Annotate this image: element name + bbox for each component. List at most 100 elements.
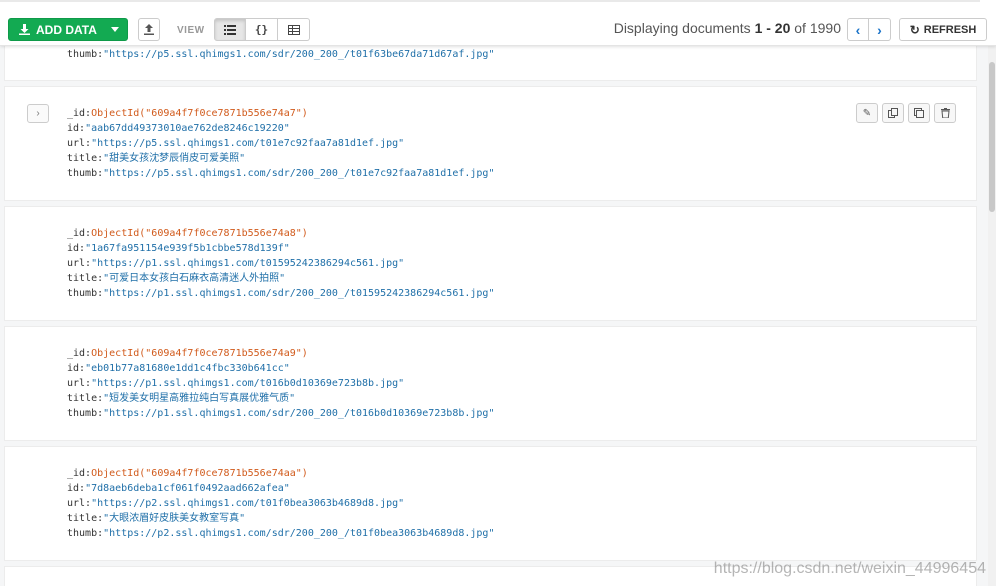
paging-status: Displaying documents 1 - 20 of 1990	[614, 20, 841, 36]
import-button[interactable]	[138, 18, 160, 41]
field-value: ObjectId("609a4f7f0ce7871b556e74a7")	[91, 108, 308, 119]
field-key: title:	[67, 513, 104, 524]
document-card: _id:ObjectId("609a4f7f0ce7871b556e74a9")…	[4, 326, 977, 441]
field-value: "https://p1.ssl.qhimgs1.com/sdr/200_200_…	[103, 408, 495, 419]
field-key: thumb:	[67, 49, 104, 60]
paging-total: 1990	[809, 20, 841, 36]
copy-document-button[interactable]	[882, 103, 904, 123]
table-icon	[287, 24, 300, 35]
field-url: url:"https://p1.ssl.qhimgs1.com/t016b0d1…	[67, 376, 494, 391]
paging-prefix: Displaying documents	[613, 20, 751, 36]
field-value: "7d8aeb6deba1cf061f0492aad662afea"	[85, 483, 290, 494]
clone-document-button[interactable]	[908, 103, 930, 123]
list-view-button[interactable]	[214, 18, 246, 41]
field-thumb: thumb:"https://p1.ssl.qhimgs1.com/sdr/20…	[67, 286, 494, 301]
view-toggle-group: {}	[214, 18, 310, 41]
field-value: "https://p5.ssl.qhimgs1.com/t01e7c92faa7…	[91, 138, 405, 149]
field-value: "https://p1.ssl.qhimgs1.com/t016b0d10369…	[91, 378, 405, 389]
field-oid: _id:ObjectId("609a4f7f0ce7871b556e74a9")	[67, 346, 494, 361]
field-value: "甜美女孩沈梦辰俏皮可爱美照"	[103, 153, 246, 164]
json-view-button[interactable]: {}	[246, 18, 278, 41]
field-title: title:"甜美女孩沈梦辰俏皮可爱美照"	[67, 151, 494, 166]
field-value: "https://p1.ssl.qhimgs1.com/t01595242386…	[91, 258, 405, 269]
field-title: title:"可爱日本女孩白石麻衣高清迷人外拍照"	[67, 271, 494, 286]
view-label: VIEW	[177, 25, 205, 36]
documents-toolbar: ADD DATA VIEW {} Displaying documents 1 …	[0, 0, 996, 46]
field-oid: _id:ObjectId("609a4f7f0ce7871b556e74a8")	[67, 226, 494, 241]
field-thumb: thumb:"https://p1.ssl.qhimgs1.com/sdr/20…	[67, 406, 494, 421]
document-card: _id:ObjectId("609a4f7f0ce7871b556e74aa")…	[4, 446, 977, 561]
document-fields: _id:ObjectId("609a4f7f0ce7871b556e74a9")…	[67, 346, 494, 421]
add-data-button[interactable]: ADD DATA	[8, 18, 128, 41]
field-value: ObjectId("609a4f7f0ce7871b556e74a8")	[91, 228, 308, 239]
field-value: "短发美女明星高雅拉纯白写真展优雅气质"	[103, 393, 296, 404]
chevron-right-icon: ›	[877, 21, 882, 38]
field-key: id:	[67, 363, 86, 374]
field-value: "1a67fa951154e939f5b1cbbe578d139f"	[85, 243, 290, 254]
field-oid: _id:ObjectId("609a4f7f0ce7871b556e74a7")	[67, 106, 494, 121]
field-key: thumb:	[67, 528, 104, 539]
field-key: _id:	[67, 108, 92, 119]
document-fields: _id:ObjectId("609a4f7f0ce7871b556e74a8")…	[67, 226, 494, 301]
field-value: "https://p2.ssl.qhimgs1.com/sdr/200_200_…	[103, 528, 495, 539]
field-id: id:"eb01b77a81680e1dd1c4fbc330b641cc"	[67, 361, 494, 376]
field-key: title:	[67, 393, 104, 404]
field-value: ObjectId("609a4f7f0ce7871b556e74a9")	[91, 348, 308, 359]
field-value: "大眼浓眉好皮肤美女教室写真"	[103, 513, 246, 524]
add-data-label: ADD DATA	[36, 22, 97, 37]
paging-range: 1 - 20	[754, 20, 791, 36]
upload-icon	[144, 24, 154, 35]
field-key: url:	[67, 378, 92, 389]
top-divider	[0, 0, 980, 2]
trash-icon	[940, 108, 950, 118]
field-oid: _id:ObjectId("609a4f7f0ce7871b556e74aa")	[67, 466, 494, 481]
field-key: thumb:	[67, 408, 104, 419]
pencil-icon: ✎	[862, 107, 872, 119]
refresh-button[interactable]: ↻ REFRESH	[899, 18, 987, 41]
document-fields: thumb:"https://p5.ssl.qhimgs1.com/sdr/20…	[67, 47, 494, 62]
field-key: _id:	[67, 228, 92, 239]
field-key: url:	[67, 258, 92, 269]
field-key: title:	[67, 273, 104, 284]
field-thumb: thumb:"https://p5.ssl.qhimgs1.com/sdr/20…	[67, 166, 494, 181]
scrollbar-thumb[interactable]	[989, 62, 995, 212]
field-id: id:"1a67fa951154e939f5b1cbbe578d139f"	[67, 241, 494, 256]
chevron-right-icon: ›	[36, 108, 40, 119]
field-value: "https://p1.ssl.qhimgs1.com/sdr/200_200_…	[103, 288, 495, 299]
delete-document-button[interactable]	[934, 103, 956, 123]
expand-document-button[interactable]: ›	[27, 104, 49, 123]
field-title: title:"短发美女明星高雅拉纯白写真展优雅气质"	[67, 391, 494, 406]
watermark: https://blog.csdn.net/weixin_44996454	[713, 560, 986, 577]
field-key: thumb:	[67, 168, 104, 179]
braces-icon: {}	[254, 23, 269, 36]
field-value: "https://p5.ssl.qhimgs1.com/sdr/200_200_…	[103, 168, 495, 179]
field-value: "eb01b77a81680e1dd1c4fbc330b641cc"	[85, 363, 290, 374]
field-value: "aab67dd49373010ae762de8246c19220"	[85, 123, 290, 134]
field-thumb: thumb:"https://p5.ssl.qhimgs1.com/sdr/20…	[67, 47, 494, 62]
edit-document-button[interactable]: ✎	[856, 103, 878, 123]
field-title: title:"大眼浓眉好皮肤美女教室写真"	[67, 511, 494, 526]
next-page-button[interactable]: ›	[869, 18, 891, 41]
field-key: id:	[67, 483, 86, 494]
list-icon	[224, 24, 236, 35]
paging-of: of	[794, 20, 806, 36]
field-url: url:"https://p1.ssl.qhimgs1.com/t0159524…	[67, 256, 494, 271]
field-key: _id:	[67, 468, 92, 479]
field-key: id:	[67, 243, 86, 254]
chevron-left-icon: ‹	[855, 21, 861, 38]
document-fields: _id:ObjectId("609a4f7f0ce7871b556e74a7")…	[67, 106, 494, 181]
document-fields: _id:ObjectId("609a4f7f0ce7871b556e74aa")…	[67, 466, 494, 541]
document-card: _id:ObjectId("609a4f7f0ce7871b556e74a8")…	[4, 206, 977, 321]
field-key: _id:	[67, 348, 92, 359]
field-id: id:"7d8aeb6deba1cf061f0492aad662afea"	[67, 481, 494, 496]
field-value: "https://p2.ssl.qhimgs1.com/t01f0bea3063…	[91, 498, 405, 509]
field-key: url:	[67, 498, 92, 509]
field-key: url:	[67, 138, 92, 149]
field-url: url:"https://p2.ssl.qhimgs1.com/t01f0bea…	[67, 496, 494, 511]
field-value: "可爱日本女孩白石麻衣高清迷人外拍照"	[103, 273, 286, 284]
field-key: title:	[67, 153, 104, 164]
field-value: "https://p5.ssl.qhimgs1.com/sdr/200_200_…	[103, 49, 495, 60]
table-view-button[interactable]	[278, 18, 310, 41]
field-id: id:"aab67dd49373010ae762de8246c19220"	[67, 121, 494, 136]
previous-page-button[interactable]: ‹	[847, 18, 869, 41]
